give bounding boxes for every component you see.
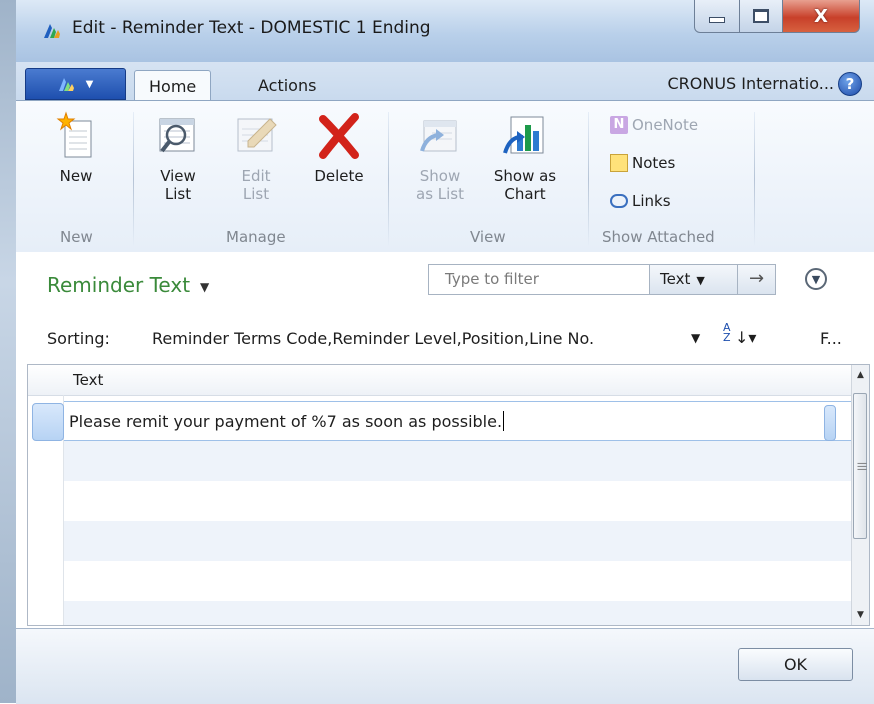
group-separator — [133, 112, 134, 246]
group-separator — [588, 112, 589, 246]
tab-home[interactable]: Home — [134, 70, 212, 101]
show-as-list-icon — [420, 120, 457, 152]
edit-reminder-text-window: Edit - Reminder Text - DOMESTIC 1 Ending… — [0, 0, 874, 704]
scroll-up-icon[interactable]: ▲ — [852, 365, 869, 385]
delete-label: Delete — [314, 167, 364, 185]
dynamics-logo-icon — [44, 24, 60, 38]
grid-header: Text — [28, 365, 853, 396]
vertical-scrollbar[interactable]: ▲ — — — ▼ — [851, 365, 869, 625]
table-row[interactable] — [64, 441, 853, 481]
onenote-button[interactable]: N OneNote — [610, 116, 698, 134]
notes-button[interactable]: Notes — [610, 154, 675, 172]
chevron-down-icon: ▼ — [696, 274, 705, 287]
window-controls: X — [694, 0, 860, 38]
view-list-label-2: List — [164, 185, 192, 203]
table-row[interactable] — [64, 561, 853, 601]
chevron-down-icon: ▼ — [200, 279, 210, 294]
new-label: New — [59, 167, 93, 185]
dynamics-logo-icon — [58, 78, 74, 91]
edit-list-label-1: Edit — [241, 167, 271, 185]
edit-list-icon — [237, 118, 277, 152]
help-icon[interactable]: ? — [838, 72, 862, 96]
group-label-new: New — [60, 228, 93, 246]
expand-filter-icon[interactable]: ▼ — [805, 268, 827, 290]
row-selector[interactable] — [28, 515, 64, 555]
row-selector[interactable] — [28, 555, 64, 595]
scroll-down-icon[interactable]: ▼ — [852, 605, 869, 625]
notes-label: Notes — [632, 154, 676, 172]
window-title: Edit - Reminder Text - DOMESTIC 1 Ending — [72, 18, 431, 38]
selected-row-marker — [32, 403, 64, 441]
scroll-thumb[interactable]: — — — — [853, 393, 867, 539]
company-name[interactable]: CRONUS Internatio... — [667, 74, 834, 93]
row-selector[interactable] — [28, 595, 64, 625]
more-options[interactable]: F... — [820, 329, 842, 348]
chevron-down-icon[interactable]: ▼ — [691, 331, 700, 345]
filter-input[interactable]: Type to filter — [428, 264, 650, 295]
group-separator — [754, 112, 755, 246]
row-selector[interactable] — [28, 475, 64, 515]
minimize-button[interactable] — [694, 0, 740, 33]
view-list-label-1: View — [160, 167, 196, 185]
text-cell-value: Please remit your payment of %7 as soon … — [69, 412, 503, 431]
onenote-label: OneNote — [632, 116, 699, 134]
view-list-button[interactable]: View List — [150, 111, 206, 203]
maximize-button[interactable] — [740, 0, 783, 33]
show-as-chart-label-1: Show as — [493, 167, 557, 185]
group-separator — [388, 112, 389, 246]
selected-row-end — [824, 405, 836, 441]
group-label-view: View — [470, 228, 506, 246]
chevron-down-icon: ▼ — [85, 78, 94, 90]
show-as-chart-button[interactable]: Show as Chart — [484, 111, 566, 203]
tab-actions[interactable]: Actions — [244, 70, 330, 100]
new-button[interactable]: New — [46, 111, 106, 185]
row-selector[interactable] — [28, 435, 64, 475]
show-as-chart-icon — [503, 116, 544, 154]
filter-field-value: Text — [660, 270, 691, 288]
close-icon: X — [814, 5, 828, 27]
group-label-show-attached: Show Attached — [602, 228, 715, 246]
close-button[interactable]: X — [783, 0, 860, 33]
show-as-list-label-1: Show — [419, 167, 461, 185]
links-button[interactable]: Links — [610, 192, 671, 210]
show-as-list-label-2: as List — [416, 185, 464, 203]
minimize-icon — [709, 17, 725, 23]
column-header-text[interactable]: Text — [73, 371, 103, 389]
sort-arrow-icon[interactable]: ↓▾ — [735, 328, 756, 347]
desktop-edge — [0, 0, 16, 703]
arrow-right-icon: → — [748, 268, 765, 289]
application-menu-button[interactable]: ▼ — [25, 68, 126, 100]
sorting-label: Sorting: — [47, 329, 110, 348]
grip-icon: — — — — [857, 458, 867, 475]
sort-order-icon[interactable]: AZ — [723, 322, 731, 343]
view-list-icon — [159, 118, 195, 153]
show-as-chart-label-2: Chart — [504, 185, 546, 203]
delete-x-icon — [319, 113, 359, 159]
filter-field-dropdown[interactable]: Text ▼ — [650, 264, 738, 295]
new-document-icon — [56, 111, 92, 158]
sorting-dropdown[interactable]: Reminder Terms Code,Reminder Level,Posit… — [152, 329, 594, 348]
table-row[interactable] — [64, 601, 853, 625]
delete-button[interactable]: Delete — [304, 111, 374, 185]
table-row[interactable] — [64, 521, 853, 561]
edit-list-label-2: List — [242, 185, 270, 203]
page-title[interactable]: Reminder Text ▼ — [47, 273, 209, 297]
text-cell[interactable]: Please remit your payment of %7 as soon … — [69, 411, 505, 431]
links-label: Links — [632, 192, 671, 210]
group-label-manage: Manage — [226, 228, 286, 246]
edit-list-button[interactable]: Edit List — [228, 111, 284, 203]
links-icon — [610, 194, 628, 208]
reminder-text-grid: Text Please remit your payment of %7 as … — [27, 364, 870, 626]
ok-button[interactable]: OK — [738, 648, 853, 681]
table-row[interactable] — [64, 481, 853, 521]
show-as-list-button[interactable]: Show as List — [410, 111, 470, 203]
page-title-text: Reminder Text — [47, 273, 191, 297]
onenote-icon: N — [610, 116, 628, 134]
apply-filter-button[interactable]: → — [738, 264, 776, 295]
notes-icon — [610, 154, 628, 172]
text-cursor — [503, 411, 505, 431]
maximize-icon — [753, 9, 769, 23]
